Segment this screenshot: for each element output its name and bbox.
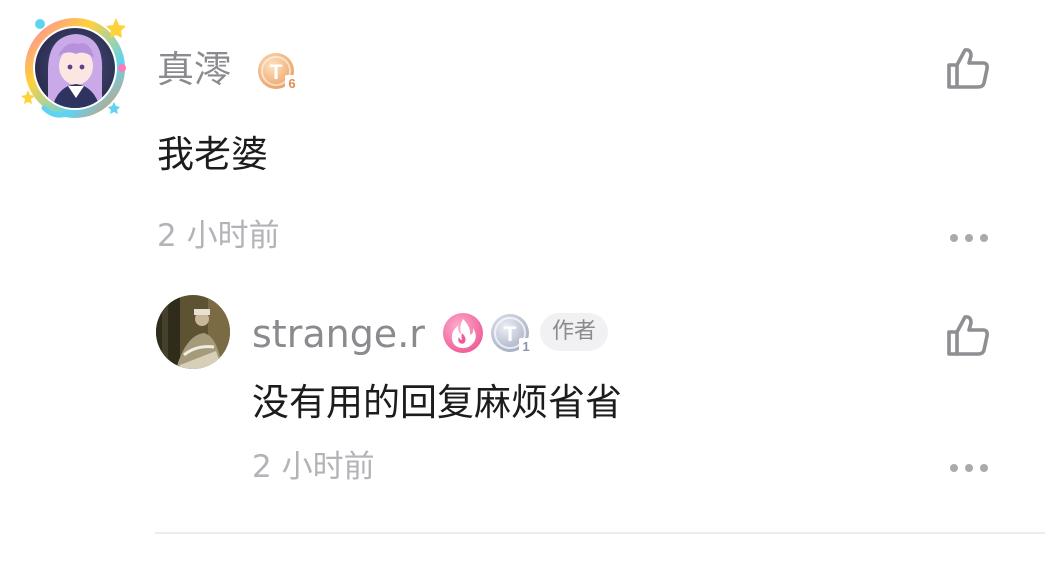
thumbs-up-icon [947, 315, 989, 356]
thumbs-up-icon [947, 48, 989, 89]
fire-badge[interactable] [441, 311, 485, 355]
more-dots-icon [950, 464, 988, 472]
comment-timestamp: 2 小时前 [157, 218, 280, 254]
like-button[interactable] [944, 44, 992, 92]
like-button[interactable] [944, 311, 992, 359]
more-options-button[interactable] [948, 226, 990, 250]
badge-letter: T [504, 323, 517, 346]
divider [155, 532, 1045, 534]
fire-badge-icon [443, 313, 483, 353]
anime-character-avatar-icon [21, 18, 126, 118]
more-dots-icon [950, 234, 988, 242]
badge-letter: T [270, 61, 283, 84]
commenter-username[interactable]: 真澪 [157, 48, 231, 92]
badge-level: 1 [522, 339, 529, 354]
photo-avatar-icon [156, 295, 230, 369]
badge-level: 6 [288, 76, 295, 91]
more-options-button[interactable] [948, 456, 990, 480]
reply-avatar[interactable] [156, 295, 230, 369]
t-level-badge-icon: T 1 [491, 314, 533, 354]
author-tag: 作者 [540, 313, 609, 351]
reply-username[interactable]: strange.r [252, 310, 425, 358]
level-badge[interactable]: T 1 [489, 311, 535, 357]
t-level-badge-icon: T 6 [258, 53, 299, 91]
commenter-avatar[interactable] [18, 10, 132, 124]
level-badge[interactable]: T 6 [256, 49, 301, 94]
comment-text: 我老婆 [157, 133, 268, 176]
reply-text: 没有用的回复麻烦省省 [252, 381, 622, 424]
reply-timestamp: 2 小时前 [252, 449, 375, 485]
